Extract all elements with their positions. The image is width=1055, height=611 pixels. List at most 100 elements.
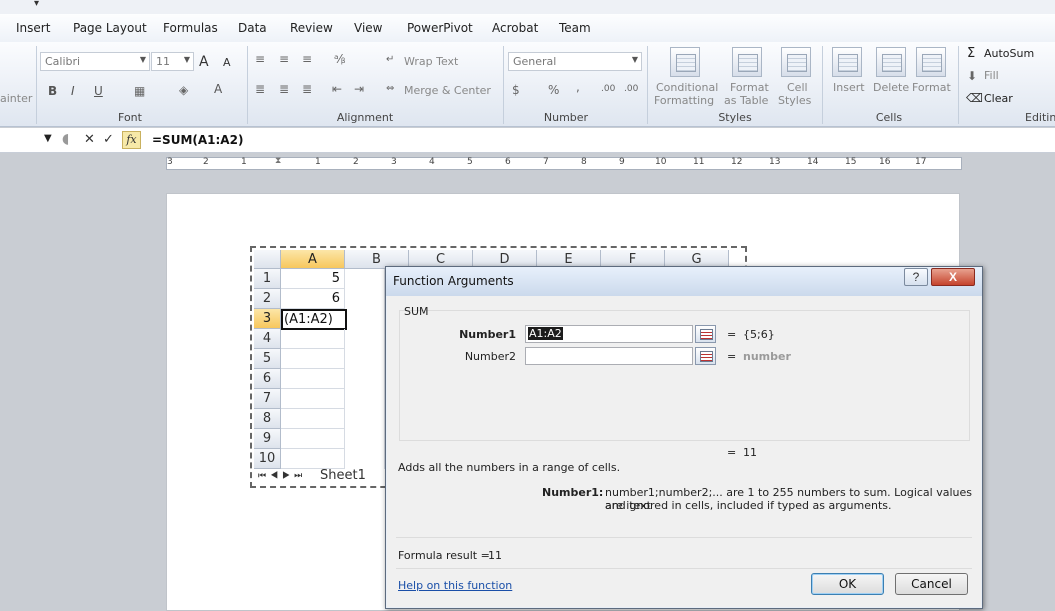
cell[interactable] xyxy=(281,449,345,469)
conditional-formatting-icon[interactable] xyxy=(670,47,700,77)
divider xyxy=(36,46,37,124)
row-header[interactable]: 6 xyxy=(254,369,281,389)
indent-marker-icon[interactable]: ⧗ xyxy=(275,156,281,166)
row-header[interactable]: 7 xyxy=(254,389,281,409)
row-header[interactable]: 8 xyxy=(254,409,281,429)
dialog-titlebar[interactable]: Function Arguments ? X xyxy=(386,267,982,296)
align-bottom-icon[interactable]: ≡ xyxy=(302,52,312,66)
currency-format-icon[interactable]: $ xyxy=(512,83,520,97)
help-on-function-link[interactable]: Help on this function xyxy=(398,579,512,592)
row-header[interactable]: 3 xyxy=(254,309,281,329)
comma-format-button[interactable]: , xyxy=(576,80,580,94)
cell[interactable] xyxy=(281,349,345,369)
font-color-icon[interactable]: A xyxy=(214,82,222,96)
name-box-dropdown-icon[interactable]: ▼ xyxy=(44,133,52,144)
cell[interactable] xyxy=(281,409,345,429)
align-top-icon[interactable]: ≡ xyxy=(255,52,265,66)
number1-input[interactable]: A1:A2 xyxy=(525,325,693,343)
increase-decimal-button[interactable]: .00 xyxy=(601,84,615,94)
font-name-select[interactable]: Calibri ▼ xyxy=(40,52,150,71)
align-center-icon[interactable]: ≣ xyxy=(279,82,289,96)
tab-insert[interactable]: Insert xyxy=(16,21,50,35)
confirm-entry-icon[interactable]: ✓ xyxy=(103,132,114,147)
range-selector-icon[interactable] xyxy=(695,347,716,365)
cell[interactable] xyxy=(281,429,345,449)
tab-formulas[interactable]: Formulas xyxy=(163,21,218,35)
sheet-navigation-arrows[interactable]: ⏮◀▶⏭ xyxy=(258,470,306,481)
format-as-table-icon[interactable] xyxy=(732,47,762,77)
tab-data[interactable]: Data xyxy=(238,21,267,35)
fill-color-icon[interactable]: ◈ xyxy=(179,83,188,97)
clear-button[interactable]: Clear xyxy=(984,92,1013,105)
delete-cells-button[interactable]: Delete xyxy=(873,81,909,94)
format-cells-button[interactable]: Format xyxy=(912,81,951,94)
insert-cells-button[interactable]: Insert xyxy=(833,81,865,94)
decrease-indent-icon[interactable]: ⇤ xyxy=(332,82,342,96)
format-as-table-label-2[interactable]: as Table xyxy=(724,94,768,107)
cell[interactable] xyxy=(281,369,345,389)
align-left-icon[interactable]: ≣ xyxy=(255,82,265,96)
help-icon[interactable]: ? xyxy=(904,268,928,286)
align-right-icon[interactable]: ≣ xyxy=(302,82,312,96)
close-icon[interactable]: X xyxy=(931,268,975,286)
format-as-table-label[interactable]: Format xyxy=(730,81,769,94)
format-cells-icon[interactable] xyxy=(916,47,946,77)
sheet-tab[interactable]: Sheet1 xyxy=(320,468,366,483)
cell-a1[interactable]: 5 xyxy=(281,269,345,289)
cell-a3[interactable]: (A1:A2) xyxy=(281,309,347,330)
row-header[interactable]: 5 xyxy=(254,349,281,369)
borders-icon[interactable]: ▦ xyxy=(134,84,145,98)
increase-indent-icon[interactable]: ⇥ xyxy=(354,82,364,96)
delete-cells-icon[interactable] xyxy=(876,47,906,77)
row-header[interactable]: 10 xyxy=(254,449,281,469)
ok-button[interactable]: OK xyxy=(811,573,884,595)
align-middle-icon[interactable]: ≡ xyxy=(279,52,289,66)
cell-column-b[interactable] xyxy=(345,269,385,469)
fill-icon: ⬇ xyxy=(967,69,978,83)
cell[interactable] xyxy=(281,329,345,349)
tab-acrobat[interactable]: Acrobat xyxy=(492,21,538,35)
merge-center-button[interactable]: Merge & Center xyxy=(404,84,491,97)
cell-styles-icon[interactable] xyxy=(781,47,811,77)
range-selector-icon[interactable] xyxy=(695,325,716,343)
row-header[interactable]: 4 xyxy=(254,329,281,349)
decrease-decimal-button[interactable]: .00 xyxy=(624,84,638,94)
cell-styles-label[interactable]: Cell xyxy=(787,81,808,94)
orientation-icon[interactable]: ᵃ⁄ᵦ xyxy=(334,52,346,66)
cell-a2[interactable]: 6 xyxy=(281,289,345,309)
underline-button[interactable]: U xyxy=(94,84,103,98)
grow-font-icon[interactable]: A xyxy=(199,54,209,70)
qat-dropdown-icon[interactable]: ▾ xyxy=(34,0,39,9)
row-header[interactable]: 2 xyxy=(254,289,281,309)
tab-page-layout[interactable]: Page Layout xyxy=(73,21,147,35)
tab-powerpivot[interactable]: PowerPivot xyxy=(407,21,473,35)
format-painter-label[interactable]: ainter xyxy=(0,92,32,105)
percent-format-button[interactable]: % xyxy=(548,83,559,97)
equals-sign: = xyxy=(727,328,737,341)
tab-team[interactable]: Team xyxy=(559,21,591,35)
row-header[interactable]: 1 xyxy=(254,269,281,289)
select-all-corner[interactable] xyxy=(254,250,281,269)
autosum-button[interactable]: AutoSum xyxy=(984,47,1034,60)
cell-styles-label-2[interactable]: Styles xyxy=(778,94,811,107)
tab-review[interactable]: Review xyxy=(290,21,333,35)
italic-button[interactable]: I xyxy=(71,84,75,98)
cancel-entry-icon[interactable]: ✕ xyxy=(84,132,95,147)
conditional-formatting-label-2[interactable]: Formatting xyxy=(654,94,714,107)
row-header[interactable]: 9 xyxy=(254,429,281,449)
cell[interactable] xyxy=(281,389,345,409)
column-header[interactable]: A xyxy=(281,250,345,269)
insert-function-button[interactable]: fx xyxy=(122,131,141,149)
bold-button[interactable]: B xyxy=(48,84,57,98)
conditional-formatting-label[interactable]: Conditional xyxy=(656,81,718,94)
shrink-font-icon[interactable]: A xyxy=(223,56,231,69)
number2-input[interactable] xyxy=(525,347,693,365)
number-format-select[interactable]: General ▼ xyxy=(508,52,642,71)
fill-button[interactable]: Fill xyxy=(984,69,999,82)
formula-input[interactable]: =SUM(A1:A2) xyxy=(152,133,243,147)
font-size-select[interactable]: 11 ▼ xyxy=(151,52,194,71)
tab-view[interactable]: View xyxy=(354,21,382,35)
insert-cells-icon[interactable] xyxy=(832,47,862,77)
wrap-text-button[interactable]: Wrap Text xyxy=(404,55,458,68)
cancel-button[interactable]: Cancel xyxy=(895,573,968,595)
